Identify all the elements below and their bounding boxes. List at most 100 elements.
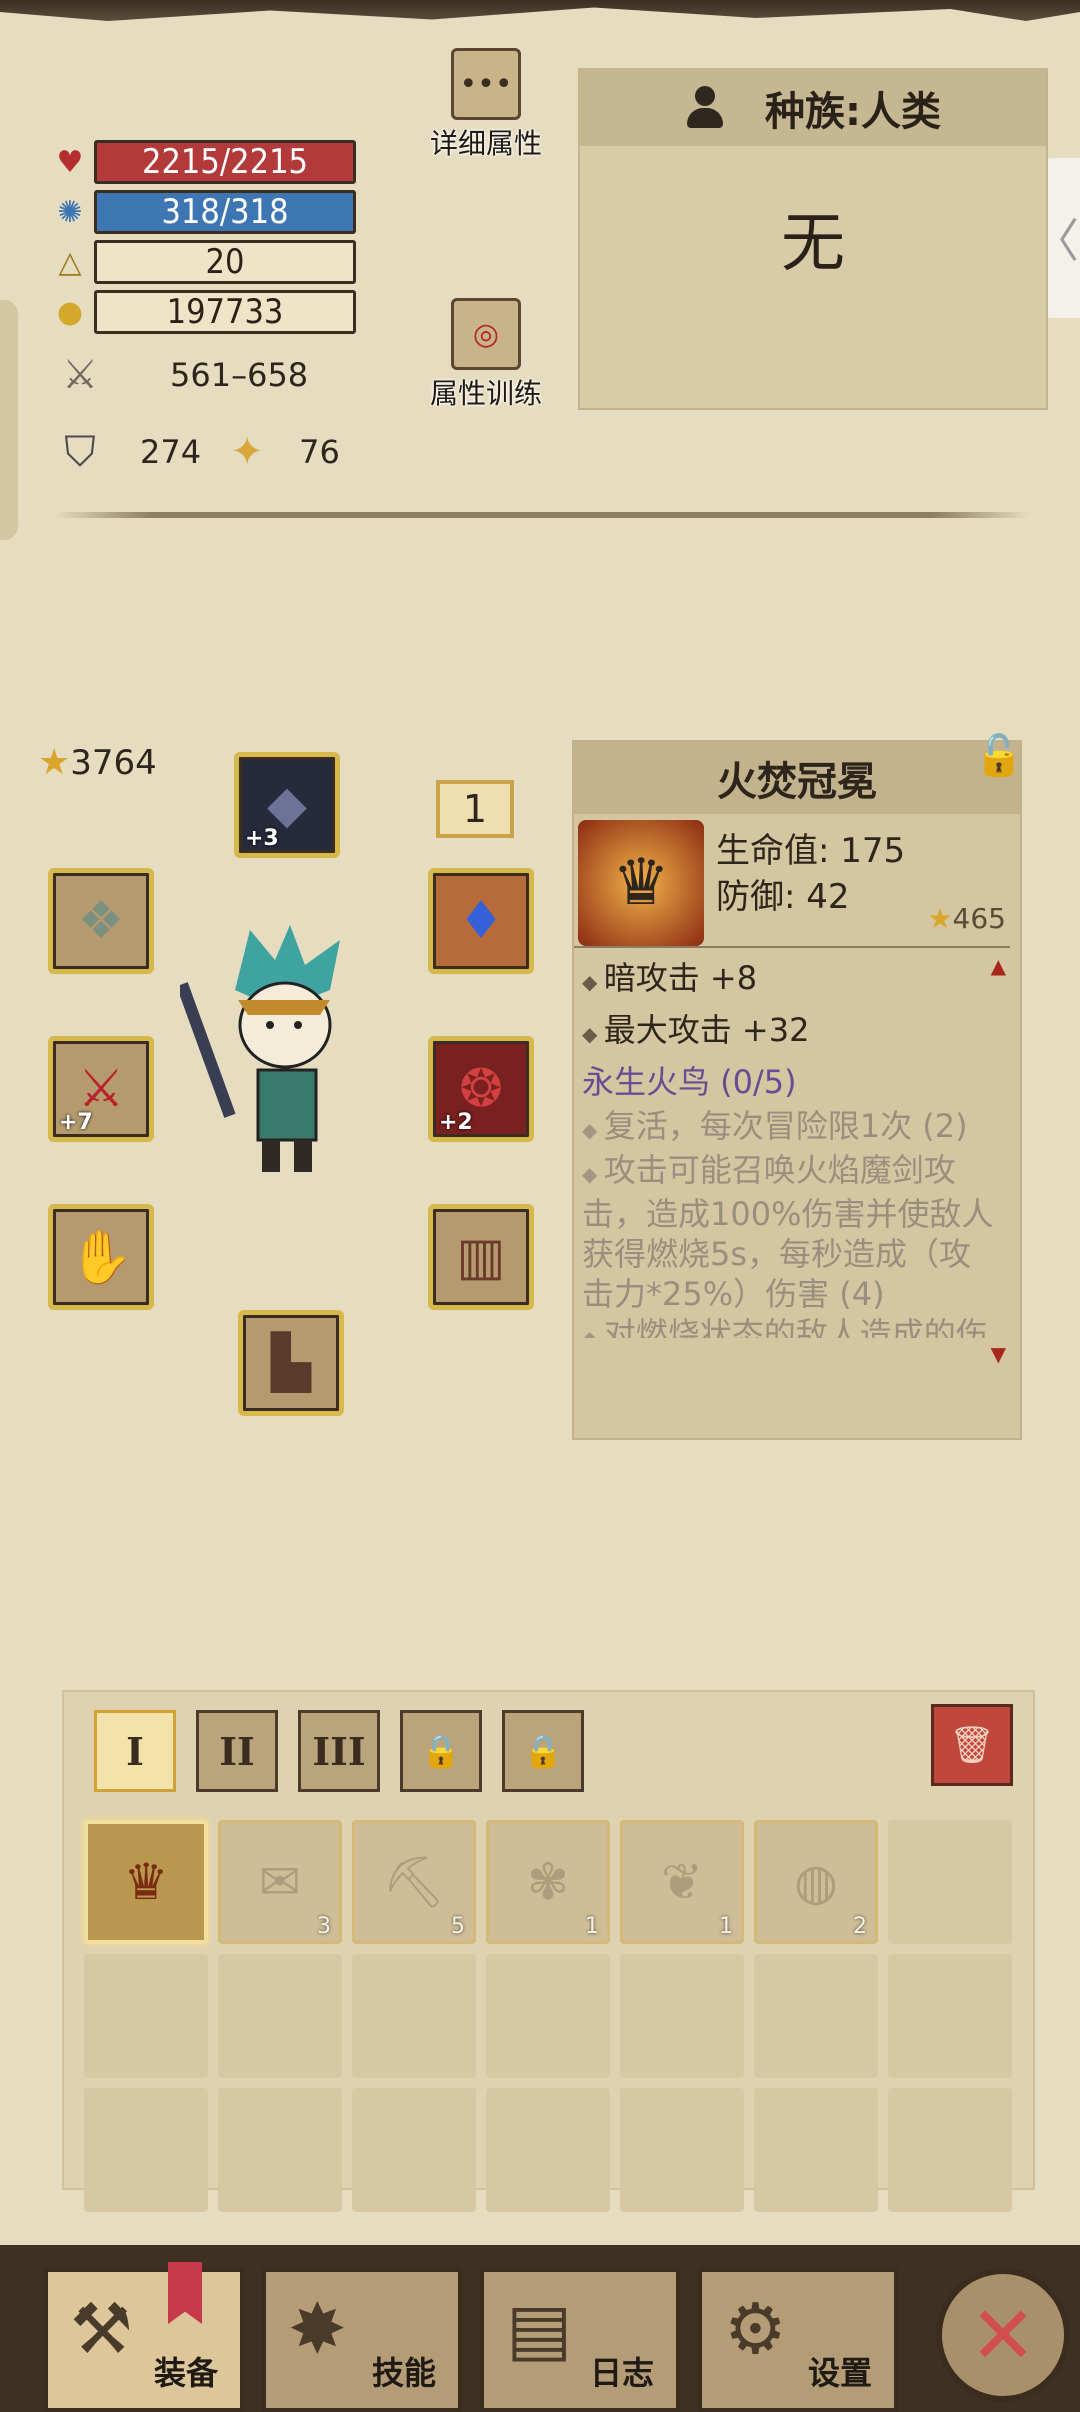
character-portrait [180, 925, 340, 1172]
close-icon: ✕ [969, 2288, 1037, 2382]
fire-crown-icon: ♛ [578, 820, 704, 946]
lock-icon: 🔒 [523, 1732, 563, 1770]
equip-slot-pants[interactable]: ▥ [428, 1204, 534, 1310]
scroll-up-icon[interactable]: ▲ [991, 954, 1006, 978]
close-button[interactable]: ✕ [936, 2268, 1070, 2402]
inventory-panel: I II III 🔒 🔒 🗑 ♛ ✉ 3 ⛏ 5 ✾ 1 ❦ 1 ◍ 2 [62, 1690, 1035, 2212]
lock-icon: 🔒 [421, 1732, 461, 1770]
inventory-empty-slot[interactable] [620, 1954, 744, 2078]
gold-coins-icon: ● [56, 294, 84, 330]
inventory-tabs: I II III 🔒 🔒 [94, 1710, 584, 1792]
mp-bar: 318/318 [94, 190, 356, 234]
crossed-swords-icon: ⚔ [62, 352, 98, 398]
inventory-tab-3[interactable]: III [298, 1710, 380, 1792]
gold-row: ● 197733 [50, 290, 356, 334]
equip-slot-cloak[interactable]: ❖ [48, 868, 154, 974]
item-name: 火焚冠冕 [574, 742, 1020, 814]
item-defense: 防御: 42 [716, 877, 850, 917]
detail-divider [574, 946, 1010, 948]
inventory-item-coral[interactable]: ✾ 1 [486, 1820, 610, 1944]
boots-icon: ▙ [271, 1333, 311, 1393]
inventory-tab-2[interactable]: II [196, 1710, 278, 1792]
set-bonus-1: 复活，每次冒险限1次 (2) [582, 1106, 1000, 1150]
set-name: 永生火鸟 (0/5) [582, 1063, 797, 1101]
race-label: 种族:人类 [765, 89, 941, 135]
gauntlet-icon: ✋ [68, 1227, 134, 1288]
inventory-item-scroll[interactable]: ✉ 3 [218, 1820, 342, 1944]
equip-slot-weapon[interactable]: ⚔ +7 [48, 1036, 154, 1142]
bonus-dark-attack: 暗攻击 +8 [582, 954, 1000, 1006]
inventory-empty-slot[interactable] [888, 1954, 1012, 2078]
inventory-item-shell[interactable]: ◍ 2 [754, 1820, 878, 1944]
more-dots-icon: ••• [451, 48, 521, 120]
inventory-empty-slot[interactable] [620, 2088, 744, 2212]
inventory-empty-slot[interactable] [888, 2088, 1012, 2212]
inventory-empty-slot[interactable] [218, 1954, 342, 2078]
hp-bar: 2215/2215 [94, 140, 356, 184]
equip-slot-gloves[interactable]: ✋ [48, 1204, 154, 1310]
inventory-empty-slot[interactable] [486, 1954, 610, 2078]
equip-slot-amulet[interactable]: ♦ [428, 868, 534, 974]
inventory-empty-slot[interactable] [84, 1954, 208, 2078]
coral-icon: ✾ [527, 1853, 569, 1911]
equip-slot-helmet[interactable]: ◆ +3 [234, 752, 340, 858]
set-bonus-3: 对燃烧状态的敌人造成的伤 [582, 1314, 1000, 1338]
item-hp: 生命值: 175 [716, 831, 906, 871]
person-icon [685, 86, 725, 130]
luck-value: 76 [299, 433, 340, 471]
scroll-icon: ✉ [259, 1853, 301, 1911]
trash-button[interactable]: 🗑 [931, 1704, 1013, 1786]
left-edge-tab[interactable] [0, 300, 18, 540]
inventory-empty-slot[interactable] [352, 1954, 476, 2078]
mp-row: ✺ 318/318 [50, 190, 356, 234]
level-row: △ 20 [50, 240, 356, 284]
attribute-training-button[interactable]: ◎ 属性训练 [430, 298, 542, 412]
star-icon: ★ [927, 902, 953, 935]
nav-settings-button[interactable]: ⚙ 设置 [698, 2268, 898, 2412]
inventory-empty-slot[interactable] [754, 2088, 878, 2212]
skills-burst-icon: ✸ [288, 2288, 347, 2370]
inventory-tab-locked-2[interactable]: 🔒 [502, 1710, 584, 1792]
race-panel: 种族:人类 无 [578, 68, 1048, 410]
inventory-empty-slot[interactable] [754, 1954, 878, 2078]
inventory-item-rope[interactable]: ❦ 1 [620, 1820, 744, 1944]
rope-icon: ❦ [661, 1853, 703, 1911]
shell-icon: ◍ [794, 1853, 838, 1911]
inventory-tab-1[interactable]: I [94, 1710, 176, 1792]
inventory-empty-slot[interactable] [352, 2088, 476, 2212]
bonus-max-attack: 最大攻击 +32 [582, 1006, 1000, 1058]
magic-staff-icon: ✦ [230, 429, 264, 475]
inventory-tab-locked-1[interactable]: 🔒 [400, 1710, 482, 1792]
nav-log-button[interactable]: ▤ 日志 [480, 2268, 680, 2412]
fire-crown-icon: ♛ [123, 1853, 169, 1911]
race-value: 无 [781, 207, 845, 281]
defense-row: ⛉ 274 ✦ 76 [50, 427, 340, 476]
item-detail-card: 火焚冠冕 🔓 ♛ 生命值: 175 防御: 42 ★465 暗攻击 +8 最大攻… [572, 733, 1024, 1440]
scroll-down-icon[interactable]: ▼ [991, 1342, 1006, 1366]
star-icon: ★ [38, 742, 71, 783]
heart-icon: ♥ [56, 144, 84, 180]
section-divider [55, 512, 1030, 518]
detail-attributes-button[interactable]: ••• 详细属性 [430, 48, 542, 162]
inventory-empty-slot[interactable] [888, 1820, 1012, 1944]
inventory-empty-slot[interactable] [218, 2088, 342, 2212]
inventory-empty-slot[interactable] [486, 2088, 610, 2212]
race-header: 种族:人类 [580, 70, 1046, 146]
equip-slot-number-box[interactable]: 1 [436, 780, 514, 838]
inventory-item-pickaxe[interactable]: ⛏ 5 [352, 1820, 476, 1944]
attack-value: 561–658 [170, 356, 309, 394]
equip-slot-armor[interactable]: ❂ +2 [428, 1036, 534, 1142]
mana-icon: ✺ [57, 194, 83, 230]
inventory-item-crown[interactable]: ♛ [84, 1820, 208, 1944]
unlock-icon[interactable]: 🔓 [974, 732, 1024, 779]
cloth-wrap-icon: ❖ [77, 891, 125, 951]
item-bonus-list[interactable]: 暗攻击 +8 最大攻击 +32 永生火鸟 (0/5) 复活，每次冒险限1次 (2… [582, 954, 1000, 1338]
nav-equip-button[interactable]: ⚒ 装备 [44, 2268, 244, 2412]
equip-slot-boots[interactable]: ▙ [238, 1310, 344, 1416]
top-frame [0, 0, 1080, 21]
nav-skills-button[interactable]: ✸ 技能 [262, 2268, 462, 2412]
pants-icon: ▥ [456, 1227, 506, 1287]
gear-icon: ⚙ [724, 2288, 787, 2370]
hp-row: ♥ 2215/2215 [50, 140, 356, 184]
inventory-empty-slot[interactable] [84, 2088, 208, 2212]
